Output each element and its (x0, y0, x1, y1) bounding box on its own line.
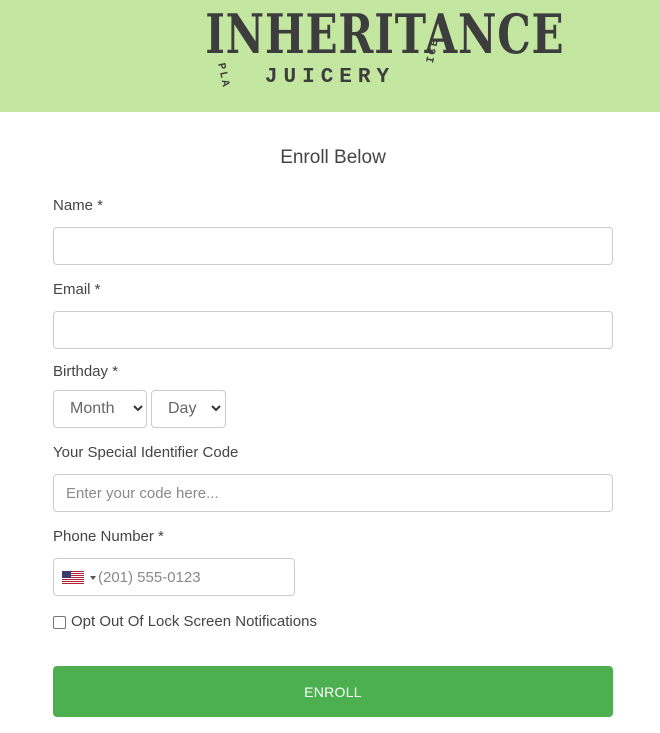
chevron-down-icon (133, 405, 143, 412)
logo-subtitle: JUICERY (264, 66, 396, 89)
phone-field (53, 558, 295, 596)
form-title: Enroll Below (280, 147, 386, 168)
brand-logo: INHERITANCE PLA JUICERY ICE (170, 2, 565, 108)
day-select-value: Day (168, 400, 197, 417)
opt-out-checkbox[interactable] (53, 616, 66, 629)
us-flag-icon[interactable] (62, 571, 84, 584)
birthday-month-select[interactable]: Month (53, 390, 147, 428)
birthday-day-select[interactable]: Day (151, 390, 226, 428)
header-banner: INHERITANCE PLA JUICERY ICE (0, 0, 660, 112)
identifier-code-input[interactable] (53, 474, 613, 512)
enroll-button[interactable]: ENROLL (53, 666, 613, 717)
code-label: Your Special Identifier Code (53, 444, 239, 461)
email-input[interactable] (53, 311, 613, 349)
chevron-down-icon (211, 405, 221, 412)
name-label: Name * (53, 197, 104, 214)
logo-wordmark: INHERITANCE (205, 2, 565, 66)
name-input[interactable] (53, 227, 613, 265)
opt-out-label[interactable]: Opt Out Of Lock Screen Notifications (71, 613, 317, 630)
phone-label: Phone Number * (53, 528, 164, 545)
country-dropdown-caret-icon[interactable] (90, 576, 96, 580)
birthday-label: Birthday * (53, 363, 119, 380)
month-select-value: Month (70, 400, 115, 417)
phone-input[interactable] (98, 560, 288, 594)
email-label: Email * (53, 281, 101, 298)
